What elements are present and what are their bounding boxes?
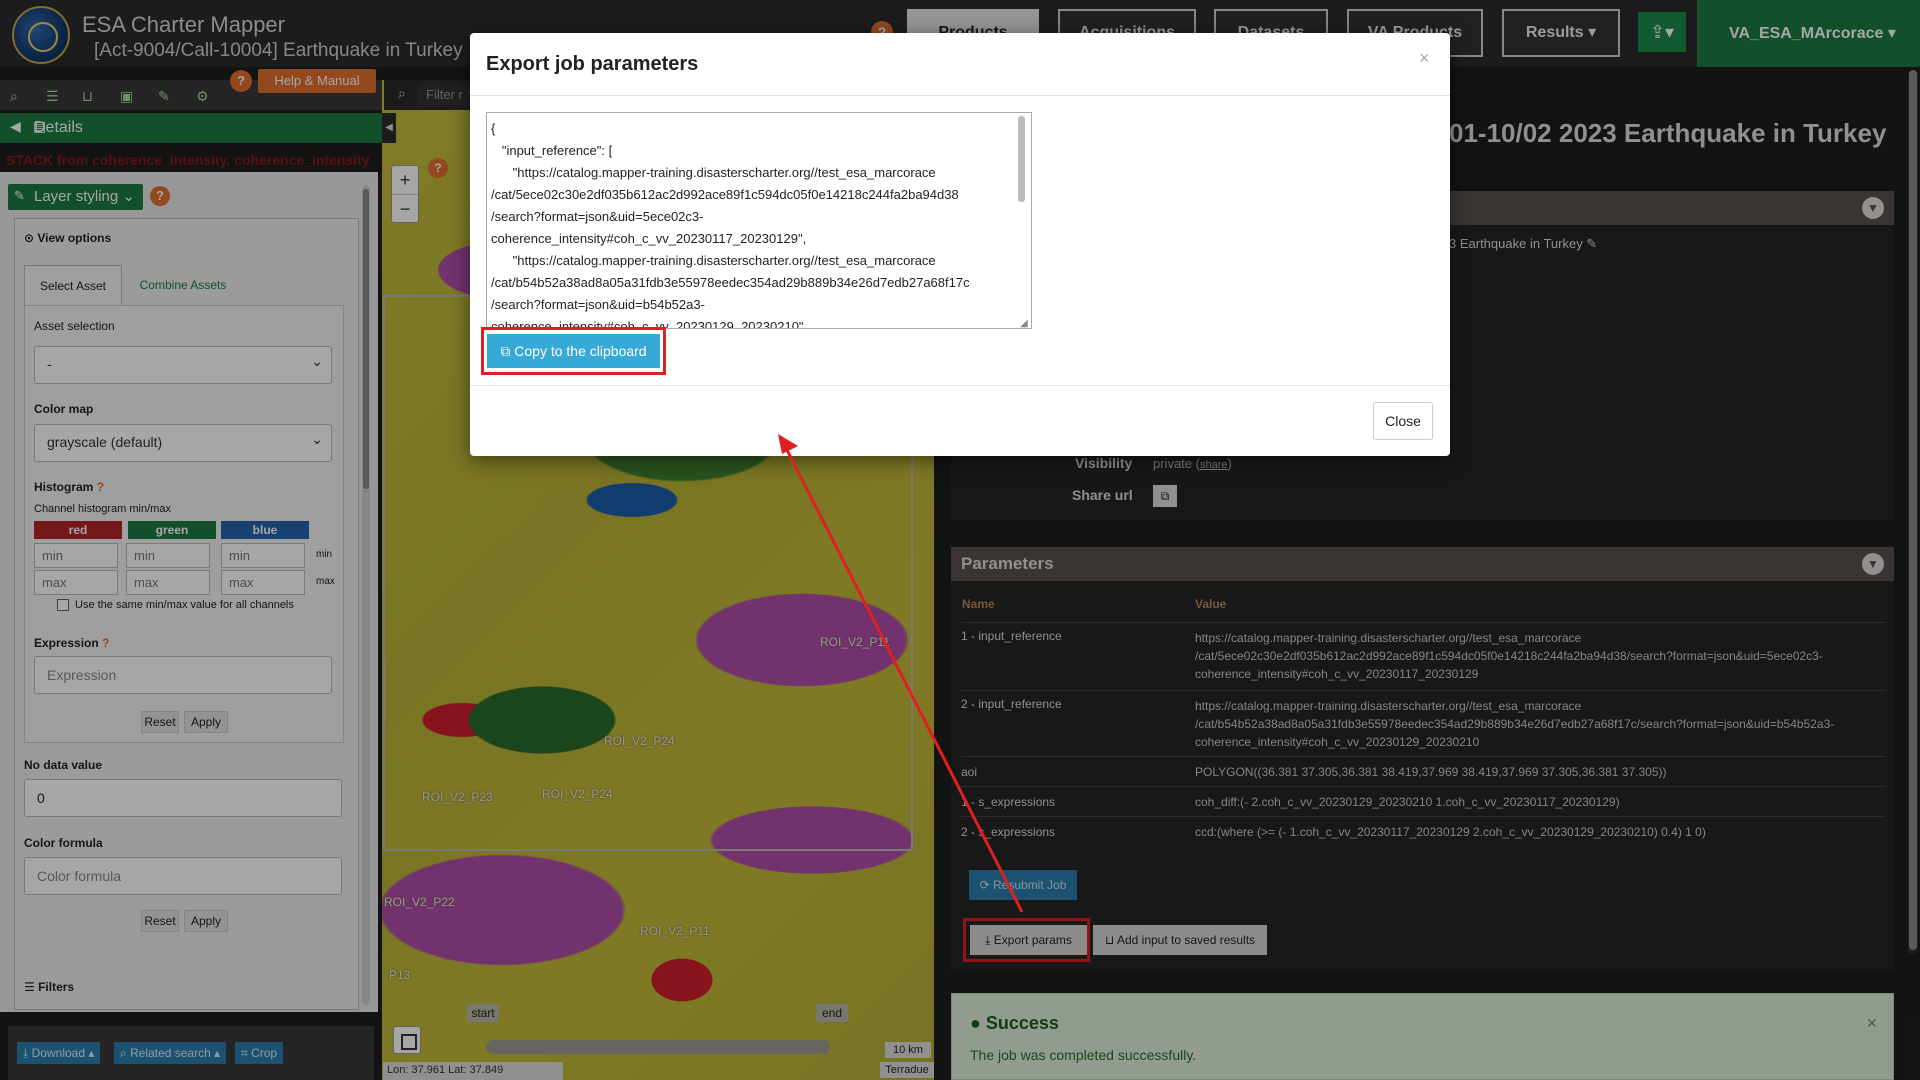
textarea-scrollbar[interactable]: [1018, 116, 1025, 202]
modal-title: Export job parameters: [486, 53, 699, 75]
modal-divider: [470, 95, 1450, 96]
modal-divider: [470, 385, 1450, 386]
modal-close-button[interactable]: Close: [1373, 402, 1433, 440]
params-json-textarea[interactable]: { "input_reference": [ "https://catalog.…: [486, 112, 1032, 329]
resize-handle-icon[interactable]: ◢: [1020, 318, 1028, 329]
close-icon[interactable]: ×: [1419, 48, 1430, 69]
copy-to-clipboard-button[interactable]: ⧉ Copy to the clipboard: [487, 334, 660, 368]
